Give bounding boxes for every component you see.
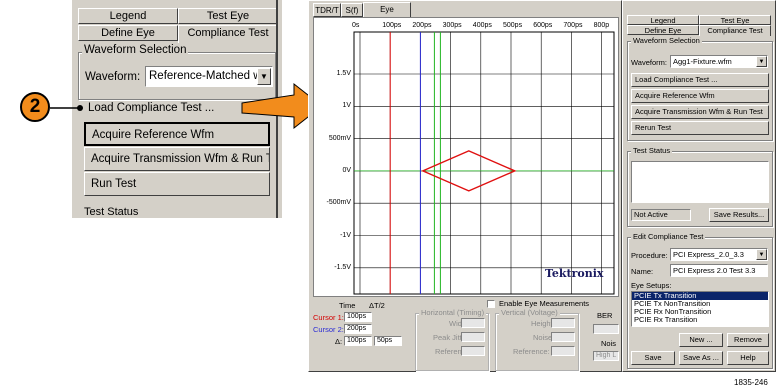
y-tick-label: -1.5V: [334, 263, 351, 271]
test-status-box: [631, 161, 769, 203]
height-field: [551, 318, 575, 328]
noise-field: [551, 332, 575, 342]
procedure-label: Procedure:: [631, 251, 668, 260]
acquire-transmission-run-test-button[interactable]: Acquire Transmission Wfm & Run Test: [631, 105, 769, 119]
step-number-badge: 2: [20, 92, 50, 122]
peak-jitter-field: [461, 332, 485, 342]
rerun-test-button[interactable]: Rerun Test: [631, 121, 769, 135]
save-as-button[interactable]: Save As ...: [679, 351, 723, 365]
y-tick-label: 500mV: [328, 134, 351, 142]
plot-graphics: [353, 31, 615, 295]
time-header: Time: [339, 301, 356, 310]
compliance-test-panel: Legend Test Eye Define Eye Compliance Te…: [622, 0, 776, 372]
cursor2-field[interactable]: 200ps: [344, 324, 372, 334]
width-field: [461, 318, 485, 328]
enable-eye-checkbox[interactable]: [487, 300, 495, 308]
eye-diagram-window: TDR/T S(f) Eye Diagram 0s 100ps 200ps 300ps…: [308, 0, 622, 372]
waveform-selection-title: Waveform Selection: [631, 36, 702, 45]
load-compliance-test-button[interactable]: Load Compliance Test ...: [631, 73, 769, 87]
tab-tdr-t[interactable]: TDR/T: [313, 3, 341, 17]
high-limit-field: High L: [593, 351, 619, 361]
test-status-title: Test Status: [631, 146, 673, 155]
x-tick-label: 100ps: [382, 22, 402, 29]
x-tick-label: 600ps: [533, 22, 553, 29]
tab-compliance-test[interactable]: Compliance Test: [699, 25, 771, 36]
help-button[interactable]: Help: [727, 351, 769, 365]
callout-graphic: [50, 82, 323, 130]
y-tick-label: -500mV: [326, 199, 351, 207]
x-tick-label: 800p: [593, 22, 610, 29]
status-value: Not Active: [631, 209, 691, 221]
eye-setups-list[interactable]: PCIE Tx Transition PCIE Tx NonTransition…: [631, 291, 769, 327]
tab-test-eye[interactable]: Test Eye: [699, 15, 771, 25]
chevron-down-icon[interactable]: ▼: [756, 56, 767, 67]
procedure-select[interactable]: PCI Express_2.0_3.3 ▼: [670, 248, 768, 261]
save-button[interactable]: Save: [631, 351, 675, 365]
tab-legend[interactable]: Legend: [627, 15, 699, 25]
waveform-label: Waveform:: [631, 58, 667, 67]
delta-t-half-header: ΔT/2: [369, 301, 385, 310]
cursor1-label: Cursor 1:: [313, 313, 344, 322]
figure-number: 1835-246: [734, 378, 768, 387]
new-button[interactable]: New ...: [679, 333, 723, 347]
eye-diagram-plot[interactable]: 0s 100ps 200ps 300ps 400ps 500ps 600ps 700ps 800…: [313, 17, 619, 297]
noise-short-label: Nois: [601, 339, 617, 348]
h-reference-field: [461, 346, 485, 356]
vertical-group-title: Vertical (Voltage): [499, 308, 560, 317]
x-tick-label: 0s: [352, 22, 360, 29]
acquire-reference-button[interactable]: Acquire Reference Wfm: [631, 89, 769, 103]
tab-s-f[interactable]: S(f): [341, 3, 363, 17]
waveform-select[interactable]: Agg1-Fixture.wfm ▼: [670, 55, 768, 68]
edit-compliance-test-title: Edit Compliance Test: [631, 232, 706, 241]
horizontal-group-title: Horizontal (Timing): [419, 308, 487, 317]
remove-button[interactable]: Remove: [727, 333, 769, 347]
delta-label: Δ:: [335, 337, 343, 346]
y-tick-label: 0V: [342, 166, 351, 174]
x-tick-label: 200ps: [412, 22, 432, 29]
y-tick-label: 1V: [342, 102, 351, 110]
save-results-button[interactable]: Save Results...: [709, 208, 769, 222]
name-field[interactable]: PCI Express 2.0 Test 3.3: [670, 264, 768, 277]
y-tick-label: -1V: [340, 231, 351, 239]
callout-dot: [77, 105, 83, 111]
run-test-button[interactable]: Run Test: [84, 172, 270, 196]
name-label: Name:: [631, 267, 654, 276]
delta-field: 100ps: [344, 336, 372, 346]
cursor2-label: Cursor 2:: [313, 325, 344, 334]
x-tick-label: 400ps: [472, 22, 492, 29]
list-item[interactable]: PCIE Rx Transition: [632, 316, 768, 324]
x-tick-label: 700ps: [563, 22, 583, 29]
procedure-select-value: PCI Express_2.0_3.3: [673, 250, 744, 259]
half-delta-field: 50ps: [374, 336, 402, 346]
x-tick-label: 300ps: [442, 22, 462, 29]
ber-label: BER: [597, 311, 613, 320]
tektronix-logo: Tektronix: [545, 267, 604, 280]
waveform-select-value: Agg1-Fixture.wfm: [673, 57, 732, 66]
eye-setups-label: Eye Setups:: [631, 281, 672, 290]
tab-define-eye[interactable]: Define Eye: [627, 25, 699, 35]
y-tick-label: 1.5V: [336, 70, 351, 77]
cursor1-field[interactable]: 100ps: [344, 312, 372, 322]
test-status-title: Test Status: [84, 206, 139, 218]
tab-eye-diagram[interactable]: Eye Diagram: [363, 2, 411, 27]
plot-frame: [353, 31, 615, 295]
enable-eye-label: Enable Eye Measurements: [499, 299, 590, 308]
v-reference-field: [551, 346, 575, 356]
chevron-down-icon[interactable]: ▼: [756, 249, 767, 260]
ber-field: [593, 324, 619, 334]
v-reference-label: Reference:: [513, 347, 550, 356]
x-tick-label: 500ps: [503, 22, 523, 29]
measurement-panel: Time ΔT/2 Cursor 1: 100ps Cursor 2: 200p…: [311, 297, 621, 373]
